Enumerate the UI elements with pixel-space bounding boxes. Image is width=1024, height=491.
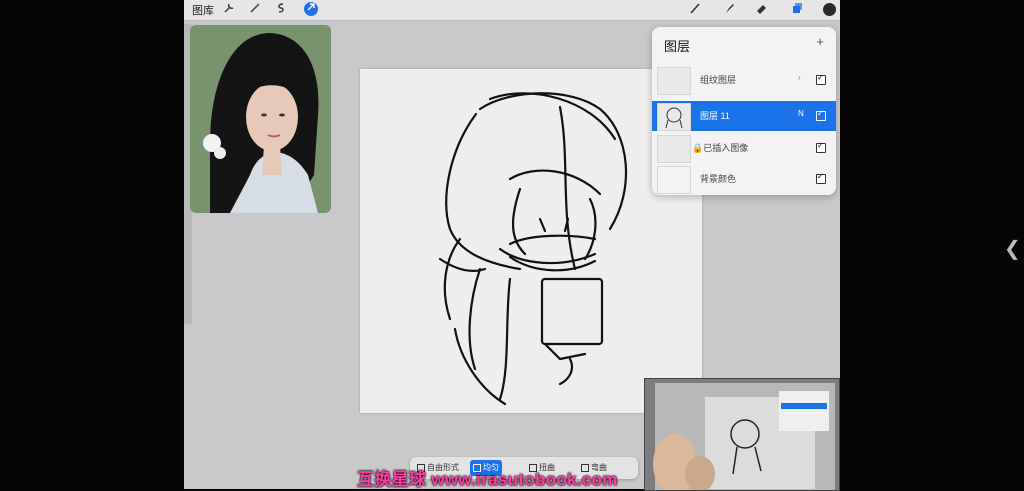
layer-thumbnail	[657, 103, 691, 131]
layer-name: 🔒已插入图像	[692, 143, 749, 153]
eraser-icon[interactable]	[754, 2, 768, 16]
layer-row[interactable]: 组纹图层 ›	[652, 65, 836, 95]
magic-wand-icon[interactable]	[248, 2, 262, 16]
watermark-text: 互换星球 www.irasutobook.com	[357, 470, 618, 489]
layer-row[interactable]: 🔒已插入图像	[652, 133, 836, 163]
transform-arrow-icon[interactable]	[304, 2, 318, 16]
selection-icon[interactable]	[274, 2, 288, 16]
webcam-overlay	[644, 378, 840, 491]
layer-name: 图层 11	[700, 111, 730, 121]
layer-name: 背景颜色	[700, 174, 737, 184]
layer-thumbnail	[657, 135, 691, 163]
gallery-button[interactable]: 图库	[192, 2, 214, 18]
layer-visibility-checkbox[interactable]	[816, 172, 826, 184]
drawing-canvas[interactable]	[360, 69, 702, 413]
layer-name: 组纹图层	[700, 75, 737, 85]
smudge-icon[interactable]	[722, 2, 736, 16]
layer-visibility-checkbox[interactable]	[816, 109, 826, 121]
add-layer-button[interactable]: +	[816, 34, 824, 49]
layer-thumbnail	[657, 166, 691, 194]
side-chevron-icon[interactable]: ❮	[1004, 236, 1021, 261]
layer-visibility-checkbox[interactable]	[816, 73, 826, 85]
reference-photo[interactable]	[190, 25, 331, 213]
top-toolbar: 图库	[184, 0, 840, 21]
layer-row-selected[interactable]: 图层 11 N	[652, 101, 836, 131]
layer-mode[interactable]: ›	[798, 73, 801, 82]
wrench-icon[interactable]	[222, 2, 236, 16]
layers-panel-title: 图层	[664, 39, 691, 54]
lock-icon: 🔒	[692, 143, 704, 153]
layers-icon[interactable]	[790, 2, 804, 16]
brush-icon[interactable]	[688, 2, 702, 16]
layer-row[interactable]: 背景颜色	[652, 164, 836, 194]
layer-blend-mode[interactable]: N	[798, 109, 804, 118]
layer-visibility-checkbox[interactable]	[816, 141, 826, 153]
layer-thumbnail	[657, 67, 691, 95]
color-picker-dot[interactable]	[823, 3, 836, 16]
layers-panel: 图层 + 组纹图层 › 图层 11 N 🔒已插入图像 背景颜色	[652, 27, 836, 195]
